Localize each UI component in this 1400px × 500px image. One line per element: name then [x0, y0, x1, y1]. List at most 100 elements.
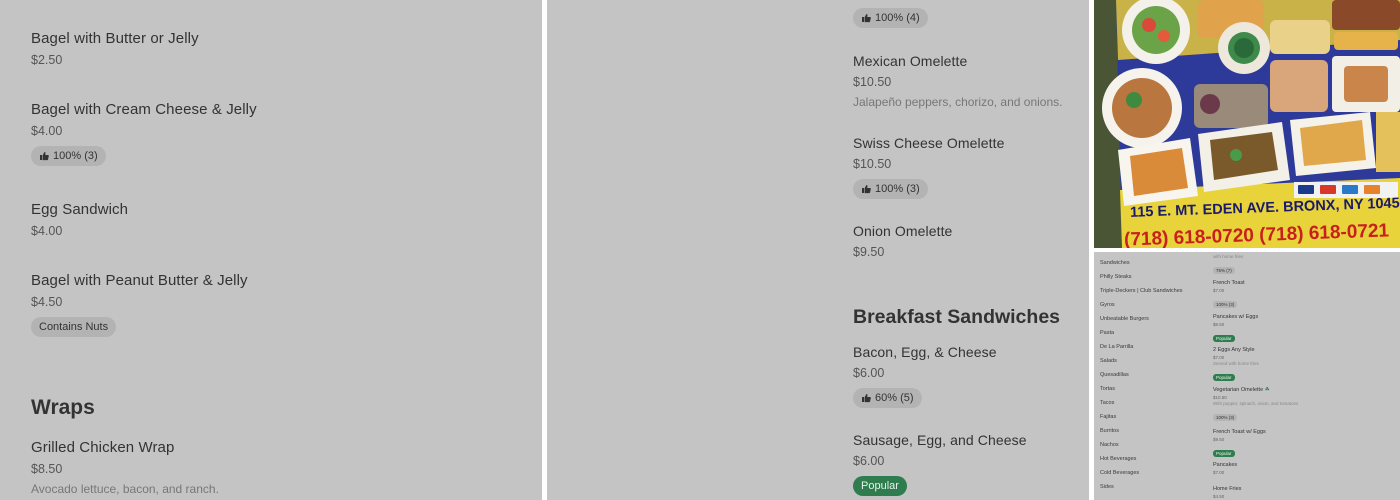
item-name: Pancakes: [1213, 462, 1238, 468]
item-name: Bagel with Cream Cheese & Jelly: [31, 101, 257, 118]
item-price: $10.50: [853, 157, 892, 171]
item-price: $9.50: [853, 245, 885, 259]
mini-menu-item[interactable]: 2 Eggs Any Style $7.00 Served with home …: [1213, 347, 1259, 384]
category-nav-item[interactable]: Burritos: [1100, 428, 1119, 434]
item-price: $4.00: [31, 124, 63, 138]
item-price: $7.00: [1213, 470, 1225, 475]
item-name: Bacon, Egg, & Cheese: [853, 344, 997, 360]
vegetarian-icon: ☘: [1264, 387, 1270, 393]
menu-item[interactable]: Grilled Chicken Wrap $8.50 Avocado lettu…: [31, 439, 219, 496]
category-nav-item[interactable]: Quesadillas: [1100, 372, 1129, 378]
menu-item[interactable]: Bagel with Cream Cheese & Jelly $4.00 10…: [31, 101, 257, 166]
category-nav-item[interactable]: Gyros: [1100, 302, 1115, 308]
item-name: Mexican Omelette: [853, 53, 968, 69]
menu-screenshot-thumbnail[interactable]: Sandwiches Philly Steaks Triple-Deckers …: [1094, 252, 1400, 500]
mini-menu-item[interactable]: French Toast w/ Eggs $9.50 Popular: [1213, 429, 1266, 460]
item-price: $8.50: [31, 462, 63, 476]
item-name: Sausage, Egg, and Cheese: [853, 432, 1027, 448]
rating-badge: 100% (4): [853, 8, 928, 28]
menu-panel-middle: 100% (4) Mexican Omelette $10.50 Jalapeñ…: [547, 0, 1089, 500]
item-name: French Toast w/ Eggs: [1213, 429, 1266, 435]
dietary-tag: Contains Nuts: [31, 317, 117, 337]
rating-badge: 60% (5): [853, 388, 922, 408]
rating-text: 100% (4): [875, 12, 920, 24]
menu-item[interactable]: Onion Omelette $9.50: [853, 223, 952, 259]
menu-item[interactable]: Bagel with Peanut Butter & Jelly $4.50 C…: [31, 272, 248, 337]
rating-text: 60% (5): [875, 392, 914, 404]
mini-menu-item[interactable]: with home fries 75% (7): [1213, 253, 1243, 277]
popular-badge: Popular: [853, 476, 907, 496]
mini-menu-item[interactable]: Vegetarian Omelette ☘ $10.50 With pepper…: [1213, 387, 1298, 424]
menu-item[interactable]: Bagel with Butter or Jelly $2.50: [31, 30, 199, 67]
menu-item[interactable]: Sausage, Egg, and Cheese $6.00 Popular: [853, 432, 1027, 496]
menu-panel-left: Bagel with Butter or Jelly $2.50 Bagel w…: [0, 0, 542, 500]
category-nav-item[interactable]: Tortas: [1100, 386, 1115, 392]
item-name: Bagel with Butter or Jelly: [31, 30, 199, 47]
item-price: $6.00: [853, 454, 885, 468]
section-heading: Breakfast Sandwiches: [853, 306, 1061, 328]
thumbs-up-icon: [862, 185, 871, 194]
category-nav-item[interactable]: Salads: [1100, 358, 1117, 364]
item-price: $8.50: [1213, 322, 1225, 327]
popular-badge: Popular: [1213, 374, 1235, 381]
item-description: With pepper, spinach, onion, and tomatoe…: [1213, 401, 1299, 406]
mini-menu-item[interactable]: Pancakes $7.00: [1213, 462, 1237, 475]
item-price: $4.50: [31, 295, 63, 309]
menu-item[interactable]: Bacon, Egg, & Cheese $6.00 60% (5): [853, 344, 997, 408]
item-name: Swiss Cheese Omelette: [853, 135, 1005, 151]
mastercard-logo-icon: [1320, 185, 1336, 194]
category-nav-item[interactable]: Nachos: [1100, 442, 1119, 448]
category-nav-item[interactable]: Pasta: [1100, 330, 1114, 336]
rating-badge: 100% (3): [1213, 301, 1238, 308]
item-description: with home fries: [1213, 254, 1244, 259]
item-price: $7.00: [1213, 288, 1225, 293]
category-nav-item[interactable]: Cold Beverages: [1100, 470, 1139, 476]
item-description: Jalapeño peppers, chorizo, and onions.: [853, 95, 1063, 109]
visa-logo-icon: [1298, 185, 1314, 194]
amex-logo-icon: [1342, 185, 1358, 194]
rating-badge: 100% (3): [31, 146, 106, 166]
item-name: Onion Omelette: [853, 223, 953, 239]
category-nav-item[interactable]: Unbeatable Burgers: [1100, 316, 1149, 322]
discover-logo-icon: [1364, 185, 1380, 194]
rating-text: 100% (3): [875, 183, 920, 195]
item-name: 2 Eggs Any Style: [1213, 347, 1255, 353]
section-heading: Wraps: [31, 396, 95, 419]
item-name: Egg Sandwich: [31, 201, 129, 218]
item-description: Served with home fries: [1213, 361, 1259, 366]
item-name: Grilled Chicken Wrap: [31, 439, 175, 456]
mini-menu-item[interactable]: Home Fries $4.50: [1213, 486, 1241, 499]
category-nav-item[interactable]: De La Parrilla: [1100, 344, 1133, 350]
menu-item[interactable]: Swiss Cheese Omelette $10.50 100% (3): [853, 135, 1005, 199]
category-nav-item[interactable]: Philly Steaks: [1100, 274, 1132, 280]
menu-item[interactable]: Mexican Omelette $10.50 Jalapeño peppers…: [853, 53, 1062, 109]
rating-badge: 75% (7): [1213, 267, 1235, 274]
item-price: $2.50: [31, 53, 63, 67]
item-price: $10.50: [853, 75, 892, 89]
mini-menu-item[interactable]: French Toast $7.00 100% (3): [1213, 280, 1245, 311]
category-nav-item[interactable]: Fajitas: [1100, 414, 1116, 420]
item-name: Vegetarian Omelette ☘: [1213, 387, 1298, 393]
menu-item[interactable]: Egg Sandwich $4.00: [31, 201, 128, 238]
category-nav-item[interactable]: Sides: [1100, 484, 1114, 490]
rating-text: 100% (3): [53, 150, 98, 162]
thumbs-up-icon: [40, 152, 49, 161]
item-price: $7.00: [1213, 355, 1225, 360]
rating-badge: 100% (3): [853, 179, 928, 199]
item-price: $4.50: [1213, 494, 1225, 499]
thumbs-up-icon: [862, 394, 871, 403]
category-nav-item[interactable]: Hot Beverages: [1100, 456, 1136, 462]
item-price: $4.00: [31, 224, 63, 238]
category-nav-item[interactable]: Triple-Deckers | Club Sandwiches: [1100, 288, 1183, 294]
category-nav-item[interactable]: Tacos: [1100, 400, 1114, 406]
item-name: Bagel with Peanut Butter & Jelly: [31, 272, 248, 289]
item-name: French Toast: [1213, 280, 1245, 286]
item-price: $6.00: [853, 366, 885, 380]
rating-badge: 100% (3): [1213, 414, 1238, 421]
popular-badge: Popular: [1213, 450, 1235, 457]
category-nav-item[interactable]: Sandwiches: [1100, 260, 1130, 266]
mini-menu-item[interactable]: Pancakes w/ Eggs $8.50 Popular: [1213, 314, 1258, 345]
menu-flyer-photo[interactable]: 115 E. MT. EDEN AVE. BRONX, NY 10452 (71…: [1094, 0, 1400, 248]
item-price: $10.50: [1213, 395, 1227, 400]
item-price: $9.50: [1213, 437, 1225, 442]
